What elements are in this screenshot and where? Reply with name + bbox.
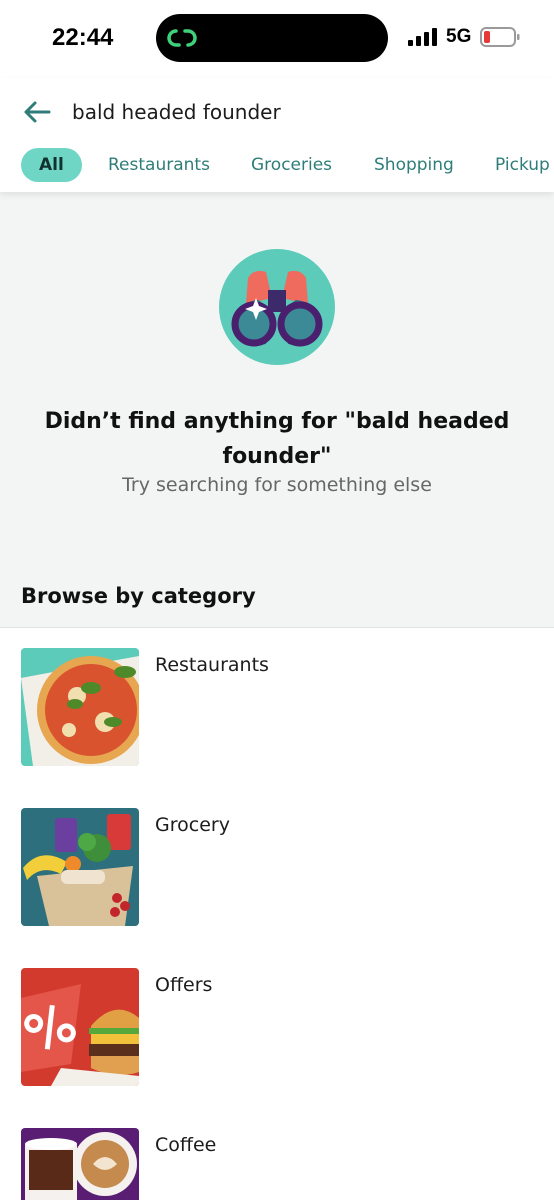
tab-restaurants[interactable]: Restaurants	[108, 148, 210, 182]
burger-offer-image	[21, 968, 139, 1086]
tab-pickup[interactable]: Pickup	[495, 148, 550, 182]
search-header: bald headed founder All Restaurants Groc…	[0, 78, 554, 192]
empty-state: Didn’t find anything for "bald headed fo…	[0, 192, 554, 628]
pizza-image	[21, 648, 139, 766]
signal-icon	[408, 28, 437, 46]
grocery-bag-image	[21, 808, 139, 926]
empty-state-subtitle: Try searching for something else	[122, 474, 432, 496]
tab-all[interactable]: All	[21, 148, 82, 182]
coffee-cups-image	[21, 1128, 139, 1200]
tab-shopping[interactable]: Shopping	[374, 148, 454, 182]
status-bar: 22:44 5G	[0, 0, 554, 78]
tab-groceries[interactable]: Groceries	[251, 148, 332, 182]
category-label: Grocery	[155, 814, 230, 836]
category-list: Restaurants Grocery Offers Coffee	[0, 628, 554, 1200]
category-label: Offers	[155, 974, 213, 996]
arrow-left-icon[interactable]	[22, 100, 52, 124]
app-link-icon	[167, 29, 197, 47]
binoculars-icon	[219, 249, 335, 365]
browse-title: Browse by category	[21, 584, 256, 608]
category-item-coffee[interactable]: Coffee	[0, 1108, 554, 1200]
category-item-restaurants[interactable]: Restaurants	[0, 628, 554, 768]
dynamic-island	[156, 14, 388, 62]
battery-low-icon	[480, 27, 520, 47]
search-input[interactable]: bald headed founder	[72, 100, 281, 124]
category-item-grocery[interactable]: Grocery	[0, 788, 554, 928]
status-time: 22:44	[52, 24, 114, 51]
network-label: 5G	[446, 26, 472, 47]
empty-state-title: Didn’t find anything for "bald headed fo…	[44, 409, 510, 469]
category-label: Coffee	[155, 1134, 217, 1156]
filter-tabs: All Restaurants Groceries Shopping Picku…	[0, 148, 554, 182]
category-label: Restaurants	[155, 654, 269, 676]
category-item-offers[interactable]: Offers	[0, 948, 554, 1088]
